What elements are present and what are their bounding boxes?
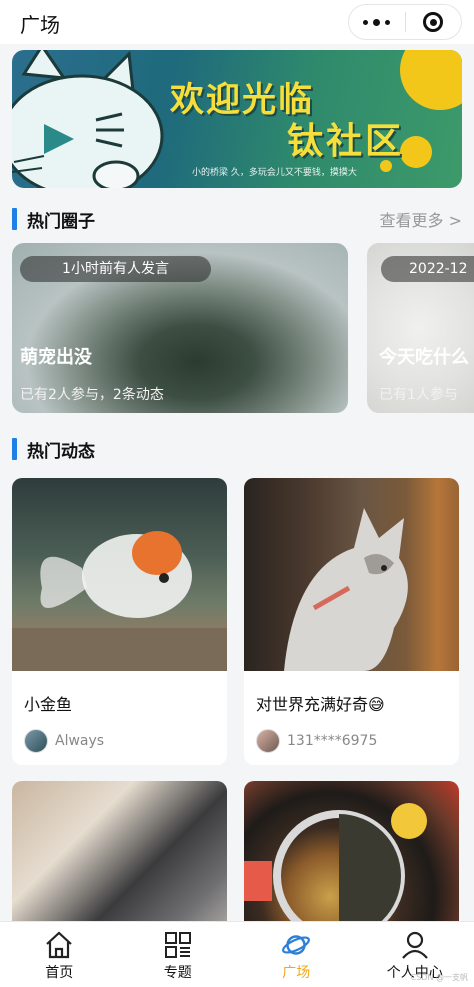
tab-label: 广场 [282,965,311,981]
circle-name: 萌宠出没 [20,347,92,368]
post-photo [244,478,459,671]
post-photo [12,781,227,941]
tab-square[interactable]: 广场 [237,922,356,987]
page-title: 广场 [20,13,60,37]
post-card[interactable]: 对世界充满好奇😅 131****6975 [244,478,459,765]
hot-circles-carousel[interactable]: 1小时前有人发言 萌宠出没 已有2人参与，2条动态 2022-12 今天吃什么 … [12,243,474,413]
tab-label: 专题 [163,965,192,981]
section-title: 热门圈子 [27,212,95,232]
banner-caption: 小的桥梁 久，多玩会儿又不要钱，摸摸大 [192,168,357,178]
section-title: 热门动态 [27,442,95,462]
tab-bar: 首页 专题 广场 个人中心 CSDN @一支帆 [0,921,474,987]
post-card[interactable] [244,781,459,941]
post-author[interactable]: Always [24,729,104,753]
activity-time-badge: 1小时前有人发言 [20,256,211,282]
hot-posts-header: 热门动态 [12,437,462,462]
mini-program-capsule [348,4,462,40]
hotpot-image [244,803,427,941]
avatar [24,729,48,753]
welcome-banner[interactable]: 欢迎光临 钛社区 小的桥梁 久，多玩会儿又不要钱，摸摸大 [12,50,462,188]
planet-icon [282,935,311,955]
more-dots-icon[interactable] [349,5,405,39]
hot-circles-header: 热门圈子 查看更多 > [12,207,463,232]
circle-stats: 已有2人参与，2条动态 [20,387,164,403]
goldfish-image [12,531,227,671]
author-name: 131****6975 [287,733,378,749]
home-icon [46,931,72,959]
tab-label: 首页 [45,965,74,981]
grid-icon [164,932,191,958]
circle-stats: 已有1人参与 [379,387,458,403]
target-icon[interactable] [405,5,461,39]
cat-illustration [12,50,164,188]
post-card[interactable]: 小金鱼 Always [12,478,227,765]
section-accent-bar [12,208,17,230]
tab-topics[interactable]: 专题 [119,922,238,987]
post-photo [244,781,459,941]
post-title: 小金鱼 [24,695,73,714]
post-title: 对世界充满好奇😅 [256,695,385,714]
navigation-bar: 广场 [0,0,474,44]
circle-card[interactable]: 1小时前有人发言 萌宠出没 已有2人参与，2条动态 [12,243,348,413]
author-name: Always [55,733,105,749]
activity-time-badge: 2022-12 [381,256,474,282]
post-card[interactable] [12,781,227,941]
circle-name: 今天吃什么 [379,347,469,368]
section-accent-bar [12,438,17,460]
post-author[interactable]: 131****6975 [256,729,377,753]
banner-decoration [400,50,462,110]
tab-home[interactable]: 首页 [0,922,119,987]
banner-subheadline: 钛社区 [287,121,405,162]
circle-card[interactable]: 2022-12 今天吃什么 已有1人参与 [367,243,474,413]
watermark: CSDN @一支帆 [410,973,468,982]
user-icon [401,931,428,959]
banner-decoration [400,136,432,168]
view-more-link[interactable]: 查看更多 > [380,207,463,231]
post-photo [12,478,227,671]
kitten-image [284,508,408,671]
avatar [256,729,280,753]
